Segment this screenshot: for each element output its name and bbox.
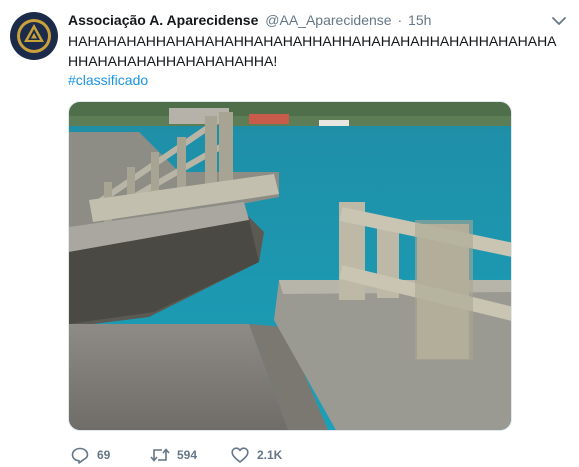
like-button[interactable]: 2.1K (230, 446, 282, 464)
club-crest-icon[interactable] (10, 12, 58, 60)
author-name[interactable]: Associação A. Aparecidense (68, 12, 258, 28)
author-handle[interactable]: @AA_Aparecidense (265, 12, 391, 28)
heart-icon (230, 446, 250, 464)
like-count: 2.1K (257, 448, 283, 462)
retweet-count: 594 (177, 448, 198, 462)
tweet-header: Associação A. Aparecidense @AA_Aparecide… (68, 11, 547, 29)
tweet-text: HAHAHAHAHHAHAHAHAHHAHAHAHHAHHAHAHAHAHHAH… (68, 33, 557, 69)
tweet[interactable]: Associação A. Aparecidense @AA_Aparecide… (0, 0, 579, 467)
chevron-down-icon[interactable] (551, 14, 567, 28)
retweet-button[interactable]: 594 (150, 446, 197, 464)
reply-icon (70, 446, 90, 464)
hashtag-link[interactable]: #classificado (68, 71, 148, 89)
tweet-photo[interactable] (68, 101, 512, 431)
reply-count: 69 (97, 448, 111, 462)
timestamp[interactable]: 15h (408, 12, 431, 28)
separator-dot: · (397, 12, 403, 28)
reply-button[interactable]: 69 (70, 446, 110, 464)
retweet-icon (150, 446, 170, 464)
